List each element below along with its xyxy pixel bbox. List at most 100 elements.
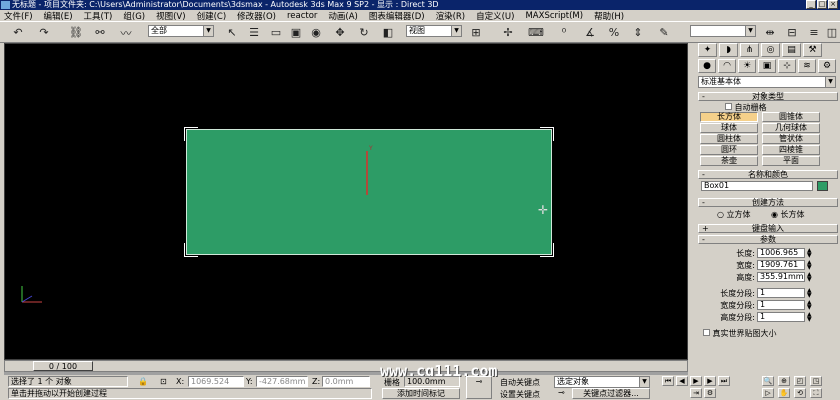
go-to-start-icon[interactable]: ⏮ (662, 376, 674, 386)
arc-rotate-icon[interactable]: ⟲ (794, 388, 806, 398)
width-segs-input[interactable]: 1 (757, 300, 805, 310)
zoom-all-icon[interactable]: ⊕ (778, 376, 790, 386)
select-and-manipulate-icon[interactable]: ◉ (308, 25, 324, 40)
menu-rendering[interactable]: 渲染(R) (436, 10, 466, 22)
space-warps-icon[interactable]: ≋ (798, 59, 816, 73)
pan-icon[interactable]: ✋ (778, 388, 790, 398)
plane-button[interactable]: 平面 (762, 156, 820, 166)
previous-frame-icon[interactable]: ◀ (676, 376, 688, 386)
window-crossing-icon[interactable]: ▣ (288, 25, 304, 40)
select-and-rotate-icon[interactable]: ↻ (356, 25, 372, 40)
menu-file[interactable]: 文件(F) (4, 10, 33, 22)
select-object-icon[interactable]: ↖ (224, 25, 240, 40)
object-color-swatch[interactable] (817, 181, 828, 191)
rectangular-selection-icon[interactable]: ▭ (268, 25, 284, 40)
shapes-icon[interactable]: ◠ (718, 59, 736, 73)
hierarchy-tab-icon[interactable]: ⋔ (740, 43, 759, 57)
select-and-move-icon[interactable]: ✥ (332, 25, 348, 40)
key-filter-dropdown[interactable]: 选定对象 ▼ (554, 376, 650, 388)
lights-icon[interactable]: ☀ (738, 59, 756, 73)
spinner-arrows-icon[interactable]: ▲ ▼ (807, 288, 813, 299)
transform-gizmo-y-axis[interactable] (366, 151, 368, 195)
select-by-name-icon[interactable]: ☰ (246, 25, 262, 40)
menu-edit[interactable]: 编辑(E) (44, 10, 73, 22)
time-slider[interactable]: 0 / 100 (4, 360, 688, 372)
angle-snap-icon[interactable]: ∡ (582, 25, 598, 40)
lock-selection-icon[interactable]: 🔒 (138, 377, 148, 386)
x-coordinate-input[interactable]: 1069.524 (188, 376, 244, 387)
sphere-button[interactable]: 球体 (700, 123, 758, 133)
cone-button[interactable]: 圆锥体 (762, 112, 820, 122)
cameras-icon[interactable]: ▣ (758, 59, 776, 73)
menu-graph-editors[interactable]: 图表编辑器(D) (369, 10, 425, 22)
torus-button[interactable]: 圆环 (700, 145, 758, 155)
curve-editor-icon[interactable]: ◫ (824, 25, 840, 40)
menu-reactor[interactable]: reactor (287, 11, 317, 21)
select-and-scale-icon[interactable]: ◧ (380, 25, 396, 40)
select-link-icon[interactable]: ⛓ (68, 25, 84, 40)
creation-method-rollout[interactable]: - 创建方法 (698, 198, 838, 207)
pyramid-button[interactable]: 四棱锥 (762, 145, 820, 155)
keyboard-shortcut-override-icon[interactable]: ⌨ (528, 25, 544, 40)
height-input[interactable]: 355.91mm (757, 272, 805, 282)
menu-help[interactable]: 帮助(H) (594, 10, 624, 22)
named-selection-dropdown[interactable]: ▼ (690, 25, 756, 37)
menu-group[interactable]: 组(G) (123, 10, 145, 22)
parameters-rollout[interactable]: - 参数 (698, 235, 838, 244)
box-button[interactable]: 长方体 (700, 112, 758, 122)
keyboard-entry-rollout[interactable]: + 键盘输入 (698, 224, 838, 233)
menu-tools[interactable]: 工具(T) (84, 10, 113, 22)
name-color-rollout[interactable]: - 名称和颜色 (698, 170, 838, 179)
spinner-arrows-icon[interactable]: ▲ ▼ (807, 260, 813, 271)
percent-snap-icon[interactable]: % (606, 25, 622, 40)
menu-customize[interactable]: 自定义(U) (476, 10, 514, 22)
box-radio[interactable]: ◉ 长方体 (771, 209, 805, 220)
teapot-button[interactable]: 茶壶 (700, 156, 758, 166)
set-key-icon[interactable]: ⊸ (466, 376, 492, 399)
geosphere-button[interactable]: 几何球体 (762, 123, 820, 133)
y-coordinate-input[interactable]: -427.68mm (256, 376, 308, 387)
bind-space-warp-icon[interactable]: 〰 (118, 25, 134, 40)
menu-views[interactable]: 视图(V) (156, 10, 185, 22)
time-config-icon[interactable]: ⚙ (704, 388, 716, 398)
snap-toggle-icon[interactable]: ⁰ (556, 25, 572, 40)
length-input[interactable]: 1006.965 (757, 248, 805, 258)
auto-key-button[interactable]: 自动关键点 (500, 377, 540, 388)
zoom-icon[interactable]: 🔍 (762, 376, 774, 386)
align-icon[interactable]: ⊟ (784, 25, 800, 40)
real-world-map-checkbox[interactable]: 真实世界贴图大小 (703, 328, 777, 339)
menu-create[interactable]: 创建(C) (197, 10, 227, 22)
systems-icon[interactable]: ⚙ (818, 59, 836, 73)
spinner-arrows-icon[interactable]: ▲ ▼ (807, 312, 813, 323)
maximize-viewport-icon[interactable]: ⛶ (810, 388, 822, 398)
pivot-center-icon[interactable]: ⊞ (468, 25, 484, 40)
object-name-input[interactable]: Box01 (701, 181, 813, 191)
set-key-button[interactable]: 设置关键点 (500, 389, 540, 400)
unlink-icon[interactable]: ⚯ (92, 25, 108, 40)
spinner-snap-icon[interactable]: ⇕ (630, 25, 646, 40)
menu-maxscript[interactable]: MAXScript(M) (525, 11, 583, 21)
maximize-button[interactable]: □ (817, 0, 827, 9)
play-icon[interactable]: ▶ (690, 376, 702, 386)
key-mode-toggle-icon[interactable]: ⇥ (690, 388, 702, 398)
close-button[interactable]: × (828, 0, 838, 9)
reference-coord-dropdown[interactable]: 视图 ▼ (406, 25, 462, 37)
height-segs-input[interactable]: 1 (757, 312, 805, 322)
utilities-tab-icon[interactable]: ⚒ (803, 43, 822, 57)
undo-icon[interactable]: ↶ (10, 25, 26, 40)
motion-tab-icon[interactable]: ◎ (761, 43, 780, 57)
edit-named-selection-icon[interactable]: ✎ (656, 25, 672, 40)
zoom-extents-all-icon[interactable]: ◳ (810, 376, 822, 386)
tube-button[interactable]: 管状体 (762, 134, 820, 144)
create-tab-icon[interactable]: ✦ (698, 43, 717, 57)
length-segs-input[interactable]: 1 (757, 288, 805, 298)
menu-animation[interactable]: 动画(A) (328, 10, 357, 22)
redo-icon[interactable]: ↷ (36, 25, 52, 40)
absolute-mode-icon[interactable]: ⊡ (160, 377, 167, 386)
object-type-rollout[interactable]: - 对象类型 (698, 92, 838, 101)
width-input[interactable]: 1909.761 (757, 260, 805, 270)
geometry-icon[interactable]: ● (698, 59, 716, 73)
category-dropdown[interactable]: 标准基本体 ▼ (698, 76, 836, 88)
helpers-icon[interactable]: ⊹ (778, 59, 796, 73)
mirror-icon[interactable]: ⇹ (762, 25, 778, 40)
